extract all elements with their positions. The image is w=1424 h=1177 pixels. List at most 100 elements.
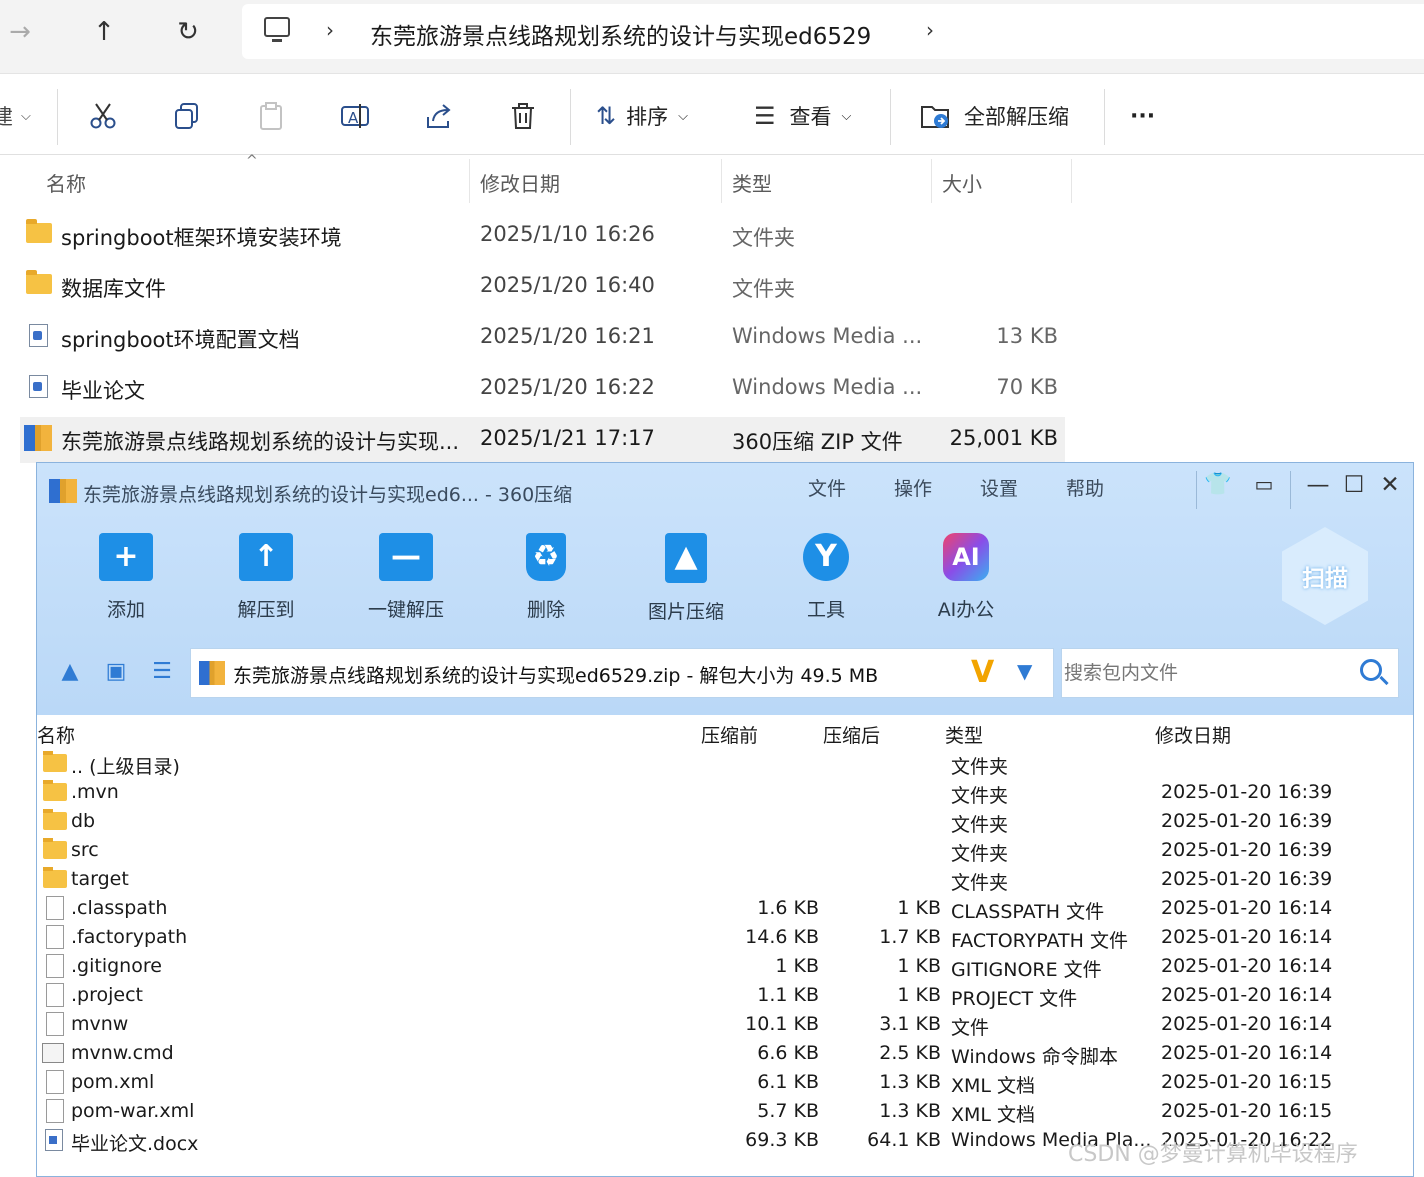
entry-type: GITIGNORE 文件 (951, 959, 1102, 981)
archive-entry-row[interactable]: mvnw 10.1 KB 3.1 KB 文件 2025-01-20 16:14 (37, 1010, 1413, 1039)
col-date[interactable]: 修改日期 (1155, 721, 1231, 748)
entry-name: src (71, 839, 99, 861)
archive-entry-row[interactable]: .classpath 1.6 KB 1 KB CLASSPATH 文件 2025-01-… (37, 894, 1413, 923)
entry-type: 文件夹 (951, 785, 1009, 807)
archive-entry-row[interactable]: target 文件夹 2025-01-20 16:39 (37, 865, 1413, 894)
refresh-button[interactable]: ↻ (168, 14, 208, 50)
up-level-icon[interactable]: ▲ (55, 659, 85, 685)
search-icon[interactable] (1360, 659, 1382, 681)
menu-operation[interactable]: 操作 (894, 474, 932, 501)
column-date[interactable]: 修改日期 (480, 168, 560, 197)
add-button[interactable]: + 添加 (71, 533, 181, 623)
file-icon (46, 896, 64, 920)
folder-icon (43, 838, 67, 859)
menu-help[interactable]: 帮助 (1066, 474, 1104, 501)
entry-name: .classpath (71, 897, 168, 919)
entry-type: PROJECT 文件 (951, 988, 1078, 1010)
archive-entry-row[interactable]: pom.xml 6.1 KB 1.3 KB XML 文档 2025-01-20 16:1… (37, 1068, 1413, 1097)
entry-date: 2025-01-20 16:14 (1161, 984, 1333, 1006)
path-dropdown-icon[interactable]: ▼ (1017, 659, 1032, 683)
breadcrumb[interactable]: › 东莞旅游景点线路规划系统的设计与实现ed6529 › (242, 4, 1424, 59)
close-button[interactable]: ✕ (1373, 472, 1407, 498)
menu-file[interactable]: 文件 (808, 474, 846, 501)
forward-button[interactable]: → (0, 14, 40, 50)
up-button[interactable]: ↑ (84, 14, 124, 50)
archive-entry-row[interactable]: .. (上级目录) 文件夹 (37, 749, 1413, 778)
one-click-extract-button[interactable]: — 一键解压 (351, 533, 461, 623)
paste-button[interactable] (256, 99, 286, 133)
col-before[interactable]: 压缩前 (701, 721, 758, 748)
archive-search-input[interactable] (1064, 651, 1354, 695)
more-options-button[interactable]: ··· (1130, 99, 1155, 133)
copy-button[interactable] (172, 99, 202, 133)
col-name[interactable]: 名称 (37, 721, 75, 748)
file-row[interactable]: springboot框架环境安装环境 2025/1/10 16:26 文件夹 (20, 213, 1065, 259)
file-row[interactable]: springboot环境配置文档 2025/1/20 16:21 Windows… (20, 315, 1065, 361)
feedback-icon[interactable]: ▭ (1247, 472, 1281, 496)
minimize-button[interactable]: — (1301, 472, 1335, 498)
file-row[interactable]: 数据库文件 2025/1/20 16:40 文件夹 (20, 264, 1065, 310)
column-size[interactable]: 大小 (942, 168, 982, 197)
vip-v-icon[interactable]: V (971, 655, 994, 690)
file-icon (46, 1070, 64, 1094)
delete-button[interactable] (508, 99, 538, 133)
thumbnail-view-icon[interactable]: ▣ (101, 659, 131, 685)
file-row[interactable]: 毕业论文 2025/1/20 16:22 Windows Media ... 7… (20, 366, 1065, 412)
trash-icon (512, 103, 534, 129)
zip-icon (199, 661, 225, 685)
file-row-selected[interactable]: 东莞旅游景点线路规划系统的设计与实现... 2025/1/21 17:17 36… (20, 417, 1065, 463)
entry-size-after: 3.1 KB (879, 1013, 941, 1035)
one-click-extract-icon: — (379, 533, 433, 581)
column-type[interactable]: 类型 (732, 168, 772, 197)
menu-settings[interactable]: 设置 (980, 474, 1018, 501)
scissors-icon (90, 103, 116, 129)
archive-entry-row[interactable]: .gitignore 1 KB 1 KB GITIGNORE 文件 2025-01-20… (37, 952, 1413, 981)
tools-button[interactable]: Y 工具 (771, 533, 881, 623)
file-name: springboot环境配置文档 (61, 328, 300, 352)
archive-path-box[interactable]: 东莞旅游景点线路规划系统的设计与实现ed6529.zip - 解包大小为 49.… (190, 648, 1054, 698)
breadcrumb-separator[interactable]: › (326, 18, 334, 42)
file-date: 2025/1/21 17:17 (480, 426, 655, 450)
share-button[interactable] (424, 99, 454, 133)
skin-shirt-icon[interactable]: 👕 (1201, 472, 1235, 497)
col-after[interactable]: 压缩后 (823, 721, 880, 748)
col-type[interactable]: 类型 (945, 721, 983, 748)
breadcrumb-separator-end[interactable]: › (926, 18, 934, 42)
extract-all-button[interactable]: 全部解压缩 (920, 99, 1069, 133)
maximize-button[interactable]: ☐ (1337, 472, 1371, 498)
cut-button[interactable] (88, 99, 118, 133)
svg-text:A: A (348, 109, 359, 127)
image-compress-button[interactable]: ▲ 图片压缩 (631, 533, 741, 623)
archive-entry-row[interactable]: src 文件夹 2025-01-20 16:39 (37, 836, 1413, 865)
image-compress-icon: ▲ (665, 533, 707, 583)
file-icon (46, 925, 64, 949)
ai-office-label: AI办公 (937, 599, 995, 621)
archive-entry-row[interactable]: .project 1.1 KB 1 KB PROJECT 文件 2025-01-20 1… (37, 981, 1413, 1010)
archive-entry-row[interactable]: pom-war.xml 5.7 KB 1.3 KB XML 文档 2025-01-20 … (37, 1097, 1413, 1126)
list-view-icon[interactable]: ☰ (147, 659, 177, 685)
entry-name: pom.xml (71, 1071, 155, 1093)
rename-button[interactable]: A (340, 99, 370, 133)
view-button[interactable]: ☰ 查看 ⌵ (754, 99, 851, 133)
column-name[interactable]: 名称 (46, 168, 86, 197)
archive-entry-row[interactable]: .mvn 文件夹 2025-01-20 16:39 (37, 778, 1413, 807)
this-pc-icon[interactable] (264, 17, 290, 42)
sort-button[interactable]: ⇅ 排序 ⌵ (596, 99, 688, 133)
ai-office-button[interactable]: AI AI办公 (911, 533, 1021, 623)
scan-button[interactable]: 扫描 (1282, 527, 1368, 625)
archive-entry-row[interactable]: db 文件夹 2025-01-20 16:39 (37, 807, 1413, 836)
archive-entry-row[interactable]: mvnw.cmd 6.6 KB 2.5 KB Windows 命令脚本 2025-01-… (37, 1039, 1413, 1068)
entry-size-before: 14.6 KB (745, 926, 819, 948)
archive-column-headers: 名称 压缩前 压缩后 类型 修改日期 (37, 717, 1413, 748)
breadcrumb-folder[interactable]: 东莞旅游景点线路规划系统的设计与实现ed6529 (370, 17, 871, 51)
entry-size-after: 64.1 KB (867, 1129, 941, 1151)
new-menu-button[interactable]: 建 ⌵ (0, 99, 31, 133)
archive-search-box[interactable] (1061, 648, 1399, 698)
entry-size-before: 6.6 KB (757, 1042, 819, 1064)
delete-archive-button[interactable]: ♻ 删除 (491, 533, 601, 623)
archive-entry-row[interactable]: .factorypath 14.6 KB 1.7 KB FACTORYPATH 文件 2… (37, 923, 1413, 952)
new-label: 建 (0, 105, 13, 129)
extract-to-button[interactable]: ↑ 解压到 (211, 533, 321, 623)
entry-type: XML 文档 (951, 1104, 1036, 1126)
rename-icon: A (341, 104, 369, 128)
